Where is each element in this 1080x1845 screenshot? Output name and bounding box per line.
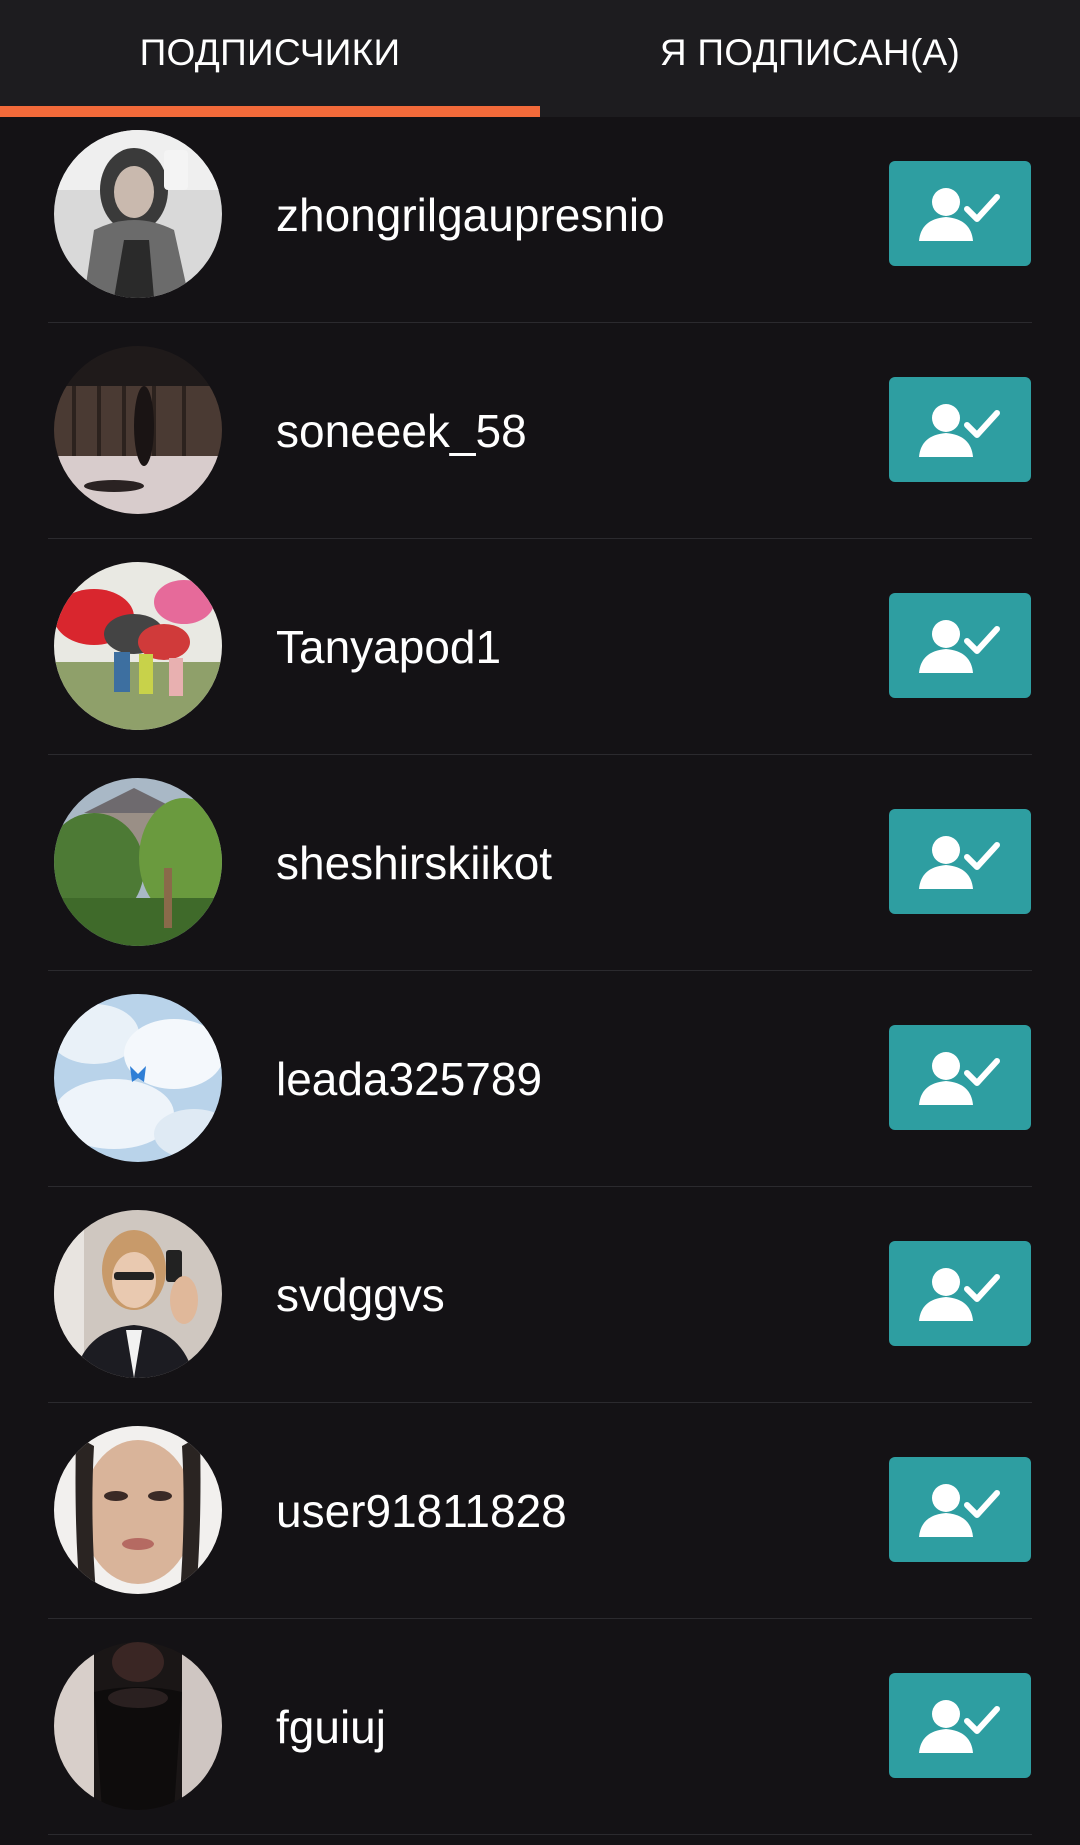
divider xyxy=(48,1834,1032,1835)
user-check-icon xyxy=(919,619,1000,673)
user-check-icon xyxy=(919,403,1000,457)
divider xyxy=(48,970,1032,971)
list-item[interactable]: user91811828 xyxy=(0,1413,1080,1629)
follow-status-button[interactable] xyxy=(889,1673,1031,1778)
list-item[interactable]: svdggvs xyxy=(0,1197,1080,1413)
divider xyxy=(48,538,1032,539)
avatar[interactable] xyxy=(54,562,222,730)
active-tab-indicator xyxy=(0,106,540,117)
user-check-icon xyxy=(919,1051,1000,1105)
avatar[interactable] xyxy=(54,1210,222,1378)
list-item[interactable]: fguiuj xyxy=(0,1629,1080,1845)
divider xyxy=(48,322,1032,323)
list-item[interactable]: leada325789 xyxy=(0,981,1080,1197)
follow-status-button[interactable] xyxy=(889,593,1031,698)
user-check-icon xyxy=(919,1483,1000,1537)
follow-status-button[interactable] xyxy=(889,1025,1031,1130)
list-item[interactable]: sheshirskiikot xyxy=(0,765,1080,981)
follow-status-button[interactable] xyxy=(889,161,1031,266)
avatar[interactable] xyxy=(54,346,222,514)
tab-following[interactable]: Я ПОДПИСАН(А) xyxy=(540,0,1080,106)
divider xyxy=(48,1618,1032,1619)
avatar[interactable] xyxy=(54,994,222,1162)
avatar[interactable] xyxy=(54,130,222,298)
divider xyxy=(48,754,1032,755)
username[interactable]: Tanyapod1 xyxy=(276,609,501,685)
username[interactable]: sheshirskiikot xyxy=(276,825,552,901)
follow-status-button[interactable] xyxy=(889,1457,1031,1562)
username[interactable]: leada325789 xyxy=(276,1041,542,1117)
follow-status-button[interactable] xyxy=(889,809,1031,914)
user-check-icon xyxy=(919,1267,1000,1321)
user-check-icon xyxy=(919,1699,1000,1753)
divider xyxy=(48,1186,1032,1187)
username[interactable]: soneeek_58 xyxy=(276,393,527,469)
user-check-icon xyxy=(919,835,1000,889)
avatar[interactable] xyxy=(54,778,222,946)
list-item[interactable]: zhongrilgaupresnio xyxy=(0,117,1080,333)
username[interactable]: zhongrilgaupresnio xyxy=(276,177,665,253)
follow-status-button[interactable] xyxy=(889,377,1031,482)
avatar[interactable] xyxy=(54,1426,222,1594)
avatar[interactable] xyxy=(54,1642,222,1810)
username[interactable]: user91811828 xyxy=(276,1473,567,1549)
tab-followers[interactable]: ПОДПИСЧИКИ xyxy=(0,0,540,106)
username[interactable]: svdggvs xyxy=(276,1257,445,1333)
list-item[interactable]: Tanyapod1 xyxy=(0,549,1080,765)
tab-bar: ПОДПИСЧИКИ Я ПОДПИСАН(А) xyxy=(0,0,1080,117)
list-item[interactable]: soneeek_58 xyxy=(0,333,1080,549)
username[interactable]: fguiuj xyxy=(276,1689,386,1765)
user-check-icon xyxy=(919,187,1000,241)
follow-status-button[interactable] xyxy=(889,1241,1031,1346)
divider xyxy=(48,1402,1032,1403)
